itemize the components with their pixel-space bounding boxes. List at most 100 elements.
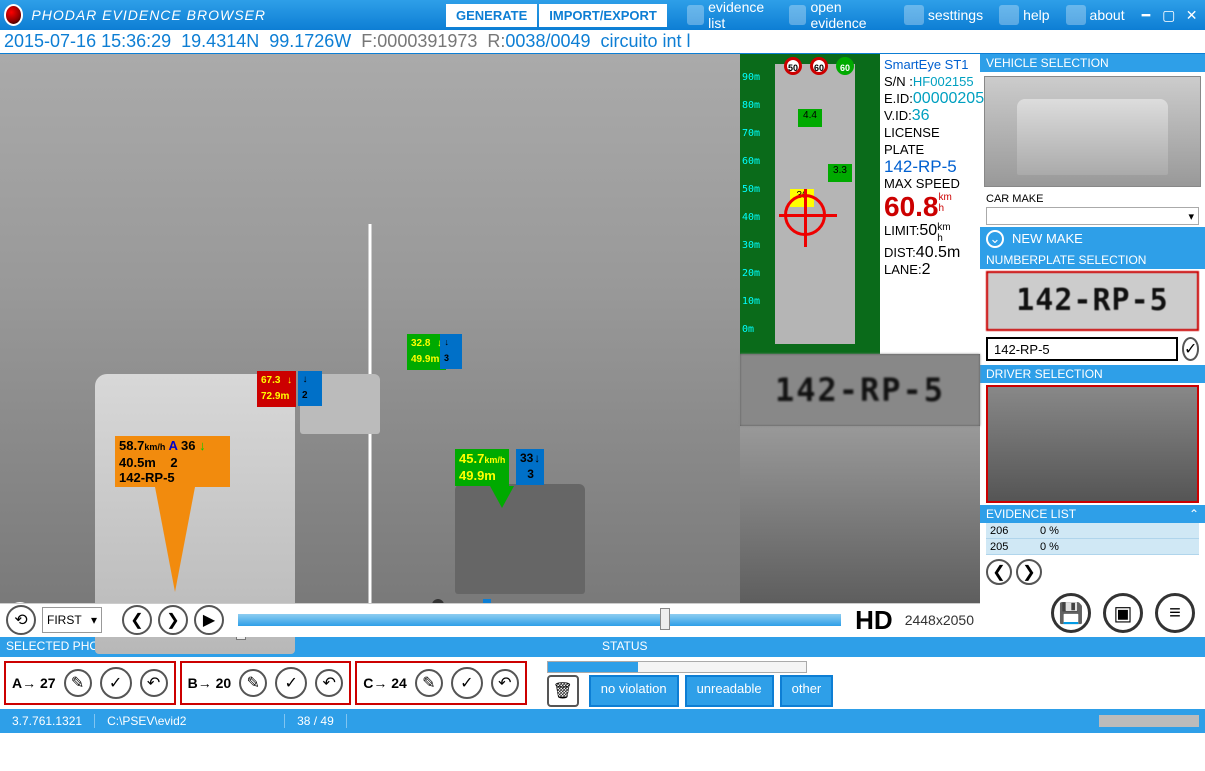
evidence-list: 2060 % 2050 % [986,523,1199,555]
overlay-2[interactable]: 67.3 ↓72.9m [257,371,296,407]
group-a-edit-button[interactable]: ✎ [64,669,92,697]
app-logo-icon [4,4,23,26]
chevron-up-icon[interactable]: ⌃ [1189,507,1199,521]
tab-import-export[interactable]: IMPORT/EXPORT [539,4,667,27]
save-button[interactable]: 💾 [1051,593,1091,633]
speed-sign-2: 60 [810,57,828,75]
group-c-undo-button[interactable]: ↶ [491,669,519,697]
menu-open-evidence[interactable]: open evidence [789,0,887,31]
status-progress [547,661,807,673]
statusbar: 3.7.761.1321 C:\PSEV\evid2 38 / 49 [0,709,1205,733]
selected-group-b: B→ 20 ✎ ✓ ↶ [180,661,352,705]
speed-sign-3: 60 [836,57,854,75]
group-b-edit-button[interactable]: ✎ [239,669,267,697]
selected-group-c: C→ 24 ✎ ✓ ↶ [355,661,527,705]
evidence-row[interactable]: 2060 % [986,523,1199,539]
group-b-undo-button[interactable]: ↶ [315,669,343,697]
info-frame: 0000391973 [377,31,477,51]
driver-crop[interactable] [986,385,1199,503]
numberplate-crop[interactable]: 142-RP-5 [986,271,1199,331]
hd-label: HD [855,605,893,636]
radar-info: SmartEye ST1 S/N :HF002155 E.ID:00000205… [880,54,980,354]
other-button[interactable]: other [780,675,834,707]
overlay-3-lane: 33↓ 3 [516,449,544,485]
driver-selection-header: DRIVER SELECTION [980,365,1205,383]
status-path: C:\PSEV\evid2 [95,714,285,728]
unreadable-button[interactable]: unreadable [685,675,774,707]
info-lat: 19.4314N [181,31,259,52]
close-button[interactable]: ✕ [1182,6,1201,24]
chevron-down-icon: ▾ [1188,210,1194,223]
frame-slider[interactable] [238,614,841,626]
no-violation-button[interactable]: no violation [589,675,679,707]
play-button[interactable]: ▶ [194,605,224,635]
vehicle-sedan-shape [455,484,585,594]
new-make-toggle[interactable]: ⌄ NEW MAKE [980,227,1205,251]
numberplate-input[interactable] [986,337,1178,361]
status-counter: 38 / 49 [285,714,347,728]
overlay-2-lane: ↓2 [298,371,322,406]
group-c-confirm-button[interactable]: ✓ [451,667,483,699]
menu-about[interactable]: about [1066,5,1125,25]
info-icon [1066,5,1086,25]
radar-vehicle-a: 4.4 [798,109,822,127]
photo-area: 58.7km/h A 36 ↓ 40.5m 2 142-RP-5 67.3 ↓7… [0,54,980,603]
resolution-label: 2448x2050 [905,612,974,628]
overlay-primary[interactable]: 58.7km/h A 36 ↓ 40.5m 2 142-RP-5 [115,436,230,487]
status-header: STATUS [596,637,1205,657]
refresh-button[interactable]: ⟲ [6,605,36,635]
info-lon: 99.1726W [269,31,351,52]
confirm-plate-button[interactable]: ✓ [1182,337,1199,361]
radar-dist: 40.5m [916,244,960,261]
group-a-confirm-button[interactable]: ✓ [100,667,132,699]
app-title: PHODAR EVIDENCE BROWSER [31,7,266,23]
delete-button[interactable]: 🗑 [547,675,579,707]
evidence-next-button[interactable]: ❯ [1016,559,1042,585]
radar-lane: 2 [922,261,931,278]
radar-graph: 50 60 60 4.4 3.3 36 90m 80m 70m 60m 50m … [740,54,880,354]
radar-vehicle-b: 3.3 [828,164,852,182]
clapper-icon [789,5,806,25]
maximize-button[interactable]: ▢ [1159,6,1178,24]
evidence-prev-button[interactable]: ❮ [986,559,1012,585]
info-strip: 2015-07-16 15:36:29 19.4314N 99.1726W F:… [0,30,1205,54]
group-b-confirm-button[interactable]: ✓ [275,667,307,699]
overlay-3[interactable]: 45.7km/h49.9m [455,449,509,486]
status-scroll-placeholder[interactable] [1099,715,1199,727]
plate-crop-preview: 142-RP-5 [740,354,980,426]
radar-vid: 36 [912,107,930,124]
list-icon [687,5,704,25]
gear-icon [904,5,924,25]
titlebar: PHODAR EVIDENCE BROWSER GENERATE IMPORT/… [0,0,1205,30]
vehicle-selection-thumb[interactable] [984,76,1201,187]
help-icon [999,5,1019,25]
evidence-photo[interactable]: 58.7km/h A 36 ↓ 40.5m 2 142-RP-5 67.3 ↓7… [0,54,740,630]
selected-group-a: A→ 27 ✎ ✓ ↶ [4,661,176,705]
evidence-row[interactable]: 2050 % [986,539,1199,555]
next-button[interactable]: ❯ [158,605,188,635]
radar-eid: 00000205 [913,90,984,107]
chevron-down-icon: ⌄ [986,230,1004,248]
radar-target-icon [784,194,826,236]
minimize-button[interactable]: ━ [1137,6,1156,24]
radar-plate: 142-RP-5 [884,158,976,175]
database-button[interactable]: ≡ [1155,593,1195,633]
car-make-dropdown[interactable]: ▾ [986,207,1199,225]
menu-evidence-list[interactable]: evidence list [687,0,773,31]
chevron-down-icon: ▾ [91,613,97,627]
radar-max-speed: 60.8 [884,191,939,222]
group-a-undo-button[interactable]: ↶ [140,669,168,697]
evidence-list-header: EVIDENCE LIST ⌃ [980,505,1205,523]
vehicle-selection-header: VEHICLE SELECTION [980,54,1205,72]
tab-generate[interactable]: GENERATE [446,4,537,27]
first-dropdown[interactable]: FIRST▾ [42,607,102,633]
prev-button[interactable]: ❮ [122,605,152,635]
status-version: 3.7.761.1321 [0,714,95,728]
export-image-button[interactable]: ▣ [1103,593,1143,633]
vehicle-crop-preview [740,426,980,630]
info-location: circuito int l [601,31,691,52]
menu-settings[interactable]: sesttings [904,5,983,25]
group-c-edit-button[interactable]: ✎ [415,669,443,697]
info-record: 0038/0049 [505,31,590,51]
menu-help[interactable]: help [999,5,1049,25]
